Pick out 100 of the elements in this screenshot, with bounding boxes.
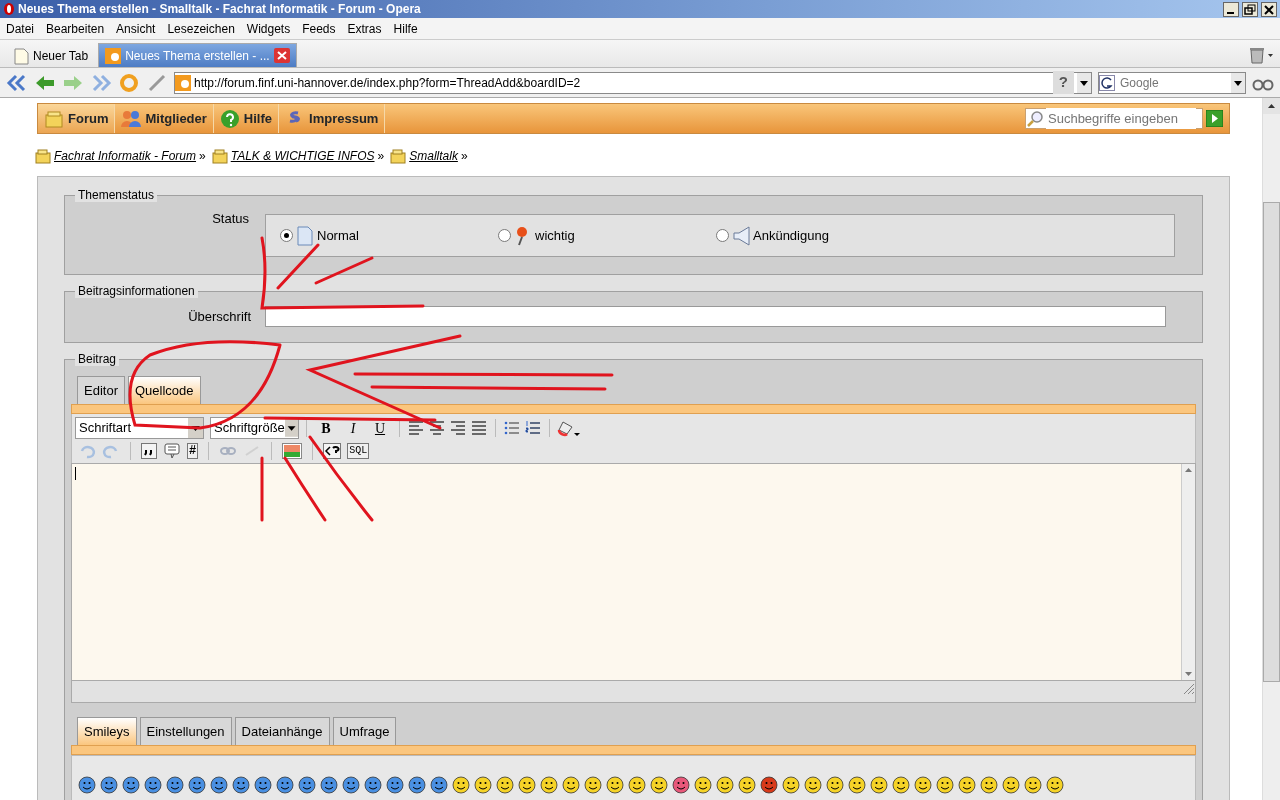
title-input-field[interactable]: [265, 306, 1166, 327]
smiley-icon[interactable]: [936, 776, 955, 794]
smiley-icon[interactable]: [980, 776, 999, 794]
align-right-icon[interactable]: [449, 419, 467, 437]
sql-button[interactable]: SQL: [347, 443, 370, 459]
smiley-icon[interactable]: [166, 776, 185, 794]
smiley-icon[interactable]: [694, 776, 713, 794]
smiley-icon[interactable]: [562, 776, 581, 794]
smiley-icon[interactable]: [298, 776, 317, 794]
smiley-icon[interactable]: [1046, 776, 1065, 794]
breadcrumb-link[interactable]: TALK & WICHTIGE INFOS: [230, 147, 375, 165]
smiley-icon[interactable]: [232, 776, 251, 794]
close-button[interactable]: [1261, 1, 1277, 17]
close-icon[interactable]: [273, 48, 290, 63]
smiley-icon[interactable]: [826, 776, 845, 794]
smiley-icon[interactable]: [188, 776, 207, 794]
resize-grip-icon[interactable]: [1181, 681, 1195, 695]
numbered-list-icon[interactable]: [524, 419, 542, 437]
smiley-icon[interactable]: [760, 776, 779, 794]
nav-link[interactable]: Hilfe: [213, 104, 280, 133]
bold-button[interactable]: B: [317, 419, 335, 437]
smiley-icon[interactable]: [474, 776, 493, 794]
radio-label[interactable]: wichtig: [535, 225, 575, 246]
bullet-list-icon[interactable]: [503, 419, 521, 437]
menu-item[interactable]: Hilfe: [387, 18, 424, 39]
smiley-icon[interactable]: [364, 776, 383, 794]
radio-button[interactable]: [280, 229, 293, 242]
editor-tab[interactable]: Smileys: [77, 717, 137, 745]
editor-tab[interactable]: Dateianhänge: [234, 717, 330, 745]
smiley-icon[interactable]: [848, 776, 867, 794]
italic-button[interactable]: I: [344, 419, 362, 437]
editor-tab[interactable]: Umfrage: [332, 717, 397, 745]
smiley-icon[interactable]: [254, 776, 273, 794]
address-field[interactable]: http://forum.finf.uni-hannover.de/index.php?form=ThreadAdd&boardID=2 ?: [174, 71, 1092, 94]
align-center-icon[interactable]: [428, 419, 446, 437]
smiley-icon[interactable]: [738, 776, 757, 794]
smiley-icon[interactable]: [518, 776, 537, 794]
quote-icon[interactable]: [141, 443, 157, 459]
smiley-icon[interactable]: [958, 776, 977, 794]
trash-icon[interactable]: [1248, 46, 1274, 64]
breadcrumb-link[interactable]: Fachrat Informatik - Forum: [54, 147, 197, 165]
smiley-icon[interactable]: [496, 776, 515, 794]
restore-button[interactable]: [1242, 1, 1258, 17]
browser-tab[interactable]: Neuer Tab: [6, 43, 96, 67]
justify-icon[interactable]: [470, 419, 488, 437]
menu-item[interactable]: Bearbeiten: [40, 18, 111, 39]
smiley-icon[interactable]: [870, 776, 889, 794]
dropdown-select[interactable]: Schriftart: [75, 417, 204, 439]
scroll-up-icon[interactable]: [1263, 98, 1280, 114]
minimize-button[interactable]: [1223, 1, 1239, 17]
smiley-icon[interactable]: [782, 776, 801, 794]
smiley-icon[interactable]: [672, 776, 691, 794]
smiley-icon[interactable]: [452, 776, 471, 794]
smiley-icon[interactable]: [606, 776, 625, 794]
speech-bubble-icon[interactable]: [163, 442, 181, 460]
smiley-icon[interactable]: [540, 776, 559, 794]
smiley-icon[interactable]: [650, 776, 669, 794]
editor-tab[interactable]: Einstellungen: [139, 717, 232, 745]
nav-link[interactable]: Mitglieder: [115, 104, 214, 133]
nav-link[interactable]: Impressum: [279, 104, 386, 133]
radio-button[interactable]: [716, 229, 729, 242]
align-left-icon[interactable]: [407, 419, 425, 437]
scroll-thumb[interactable]: [1263, 202, 1280, 682]
smiley-icon[interactable]: [892, 776, 911, 794]
menu-item[interactable]: Ansicht: [110, 18, 162, 39]
help-button[interactable]: ?: [1052, 71, 1074, 94]
menu-item[interactable]: Widgets: [240, 18, 297, 39]
smiley-icon[interactable]: [716, 776, 735, 794]
smiley-icon[interactable]: [276, 776, 295, 794]
breadcrumb-link[interactable]: Smalltalk: [409, 147, 458, 165]
smiley-icon[interactable]: [78, 776, 97, 794]
smiley-icon[interactable]: [320, 776, 339, 794]
editor-tab[interactable]: Quellcode: [127, 376, 201, 404]
smiley-icon[interactable]: [804, 776, 823, 794]
menu-item[interactable]: Lesezeichen: [161, 18, 241, 39]
menu-item[interactable]: Feeds: [296, 18, 342, 39]
smiley-icon[interactable]: [408, 776, 427, 794]
smiley-icon[interactable]: [584, 776, 603, 794]
underline-button[interactable]: U: [371, 419, 389, 437]
radio-label[interactable]: Normal: [317, 225, 359, 246]
smiley-icon[interactable]: [1002, 776, 1021, 794]
radio-label[interactable]: Ankündigung: [753, 225, 829, 246]
smiley-icon[interactable]: [144, 776, 163, 794]
hash-button[interactable]: #: [187, 443, 199, 459]
menu-item[interactable]: Datei: [0, 18, 40, 39]
smiley-icon[interactable]: [100, 776, 119, 794]
smiley-icon[interactable]: [386, 776, 405, 794]
smiley-icon[interactable]: [628, 776, 647, 794]
smiley-icon[interactable]: [1024, 776, 1043, 794]
menu-item[interactable]: Extras: [341, 18, 388, 39]
smiley-icon[interactable]: [914, 776, 933, 794]
go-button[interactable]: [1206, 110, 1223, 127]
smiley-icon[interactable]: [210, 776, 229, 794]
nav-link[interactable]: Forum: [38, 104, 116, 133]
search-field[interactable]: Suchbegriffe eingeben: [1025, 108, 1203, 129]
search-engine-box[interactable]: Google: [1098, 71, 1246, 94]
code-icon[interactable]: [323, 443, 342, 459]
smiley-icon[interactable]: [122, 776, 141, 794]
smiley-icon[interactable]: [342, 776, 361, 794]
image-icon[interactable]: [282, 443, 303, 459]
